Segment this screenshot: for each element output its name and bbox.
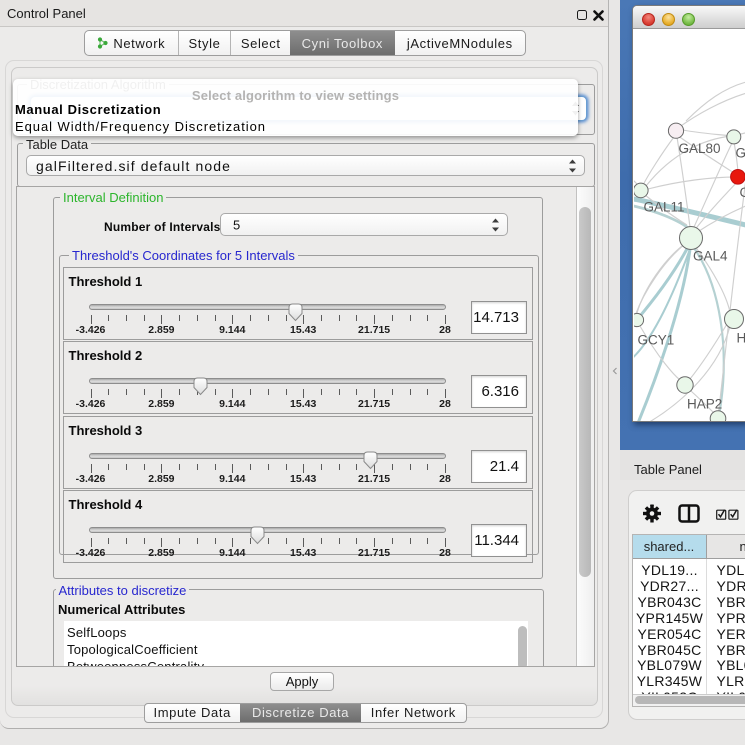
svg-text:G.: G. xyxy=(735,146,745,161)
svg-text:GAL4: GAL4 xyxy=(693,249,728,264)
svg-text:HAP2: HAP2 xyxy=(687,397,722,412)
svg-text:GAL80: GAL80 xyxy=(678,141,720,156)
svg-text:GCY1: GCY1 xyxy=(637,333,674,348)
svg-text:C: C xyxy=(739,185,745,200)
svg-text:GAL11: GAL11 xyxy=(643,200,684,215)
svg-text:H: H xyxy=(736,331,745,346)
